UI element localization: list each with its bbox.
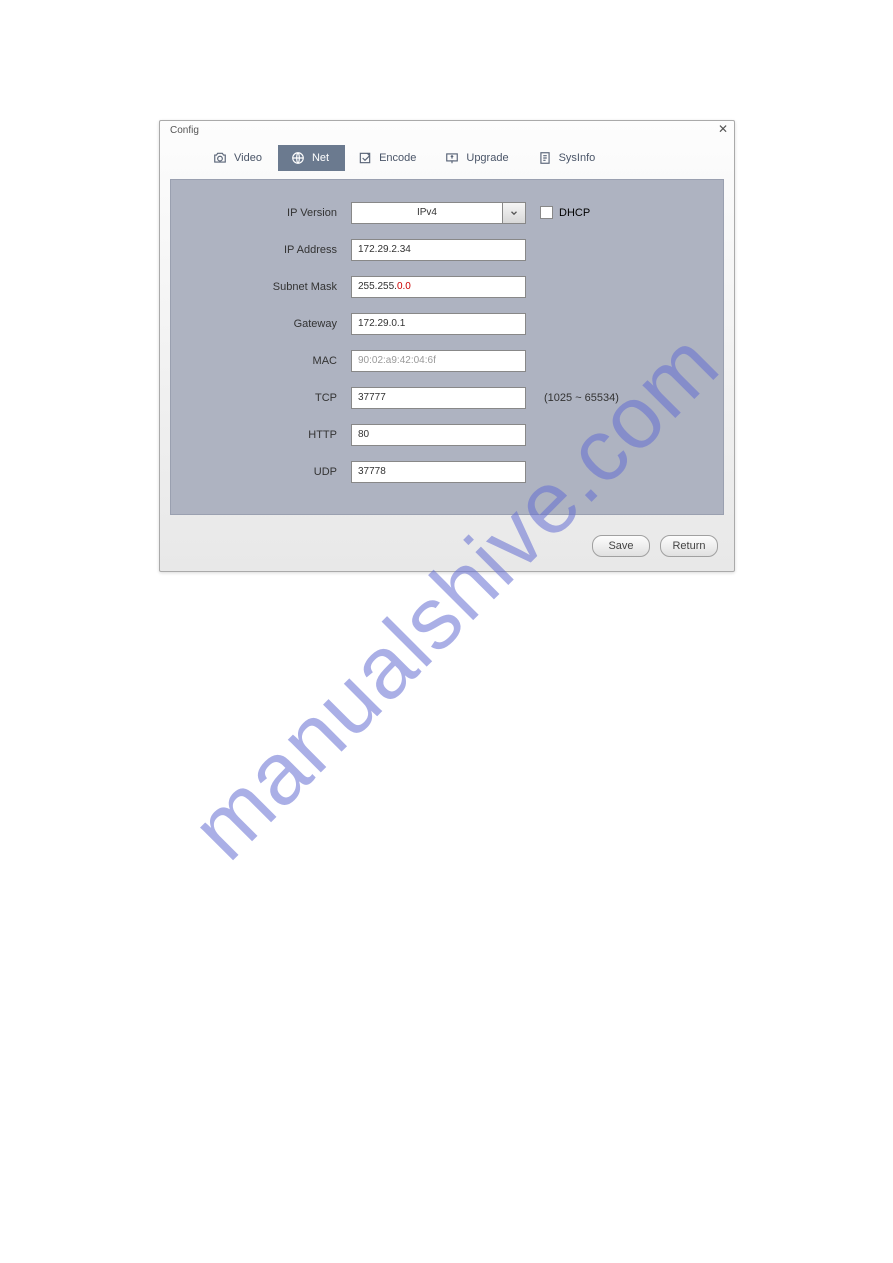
form-panel: IP Version IPv4 DHCP IP Address Subnet M… (170, 179, 724, 515)
label-gateway: Gateway (191, 318, 351, 330)
config-window: Config ✕ Video Net Encode Upgrade (159, 120, 735, 572)
label-http: HTTP (191, 429, 351, 441)
window-title: Config (170, 125, 199, 136)
tcp-hint: (1025 ~ 65534) (544, 392, 619, 404)
row-ip-address: IP Address (191, 237, 703, 262)
tab-label: Upgrade (466, 152, 508, 164)
tcp-input[interactable] (351, 387, 526, 409)
upgrade-icon (444, 150, 460, 166)
row-ip-version: IP Version IPv4 DHCP (191, 200, 703, 225)
row-subnet-mask: Subnet Mask 255.255.0.0 (191, 274, 703, 299)
tab-label: Encode (379, 152, 416, 164)
camera-icon (212, 150, 228, 166)
chevron-down-icon[interactable] (503, 202, 526, 224)
dhcp-label: DHCP (559, 207, 590, 219)
tab-sysinfo[interactable]: SysInfo (525, 145, 612, 171)
dhcp-checkbox[interactable] (540, 206, 553, 219)
save-button[interactable]: Save (592, 535, 650, 557)
label-mac: MAC (191, 355, 351, 367)
subnet-black: 255.255. (358, 281, 397, 292)
return-button[interactable]: Return (660, 535, 718, 557)
encode-icon (357, 150, 373, 166)
globe-icon (290, 150, 306, 166)
footer: Save Return (160, 525, 734, 571)
subnet-mask-input[interactable]: 255.255.0.0 (351, 276, 526, 298)
tab-encode[interactable]: Encode (345, 145, 432, 171)
gateway-input[interactable] (351, 313, 526, 335)
row-tcp: TCP (1025 ~ 65534) (191, 385, 703, 410)
row-udp: UDP (191, 459, 703, 484)
row-http: HTTP (191, 422, 703, 447)
tab-net[interactable]: Net (278, 145, 345, 171)
tab-label: Net (312, 152, 329, 164)
row-gateway: Gateway (191, 311, 703, 336)
label-tcp: TCP (191, 392, 351, 404)
tab-video[interactable]: Video (200, 145, 278, 171)
tab-upgrade[interactable]: Upgrade (432, 145, 524, 171)
label-ip-address: IP Address (191, 244, 351, 256)
label-subnet-mask: Subnet Mask (191, 281, 351, 293)
udp-input[interactable] (351, 461, 526, 483)
tab-label: Video (234, 152, 262, 164)
tab-strip: Video Net Encode Upgrade SysInfo (160, 139, 734, 171)
sysinfo-icon (537, 150, 553, 166)
title-bar: Config ✕ (160, 121, 734, 139)
close-icon[interactable]: ✕ (716, 123, 730, 137)
ip-address-input[interactable] (351, 239, 526, 261)
ip-version-select[interactable]: IPv4 (351, 202, 503, 224)
row-mac: MAC (191, 348, 703, 373)
http-input[interactable] (351, 424, 526, 446)
tab-label: SysInfo (559, 152, 596, 164)
label-ip-version: IP Version (191, 207, 351, 219)
label-udp: UDP (191, 466, 351, 478)
subnet-red: 0.0 (397, 281, 411, 292)
mac-input (351, 350, 526, 372)
